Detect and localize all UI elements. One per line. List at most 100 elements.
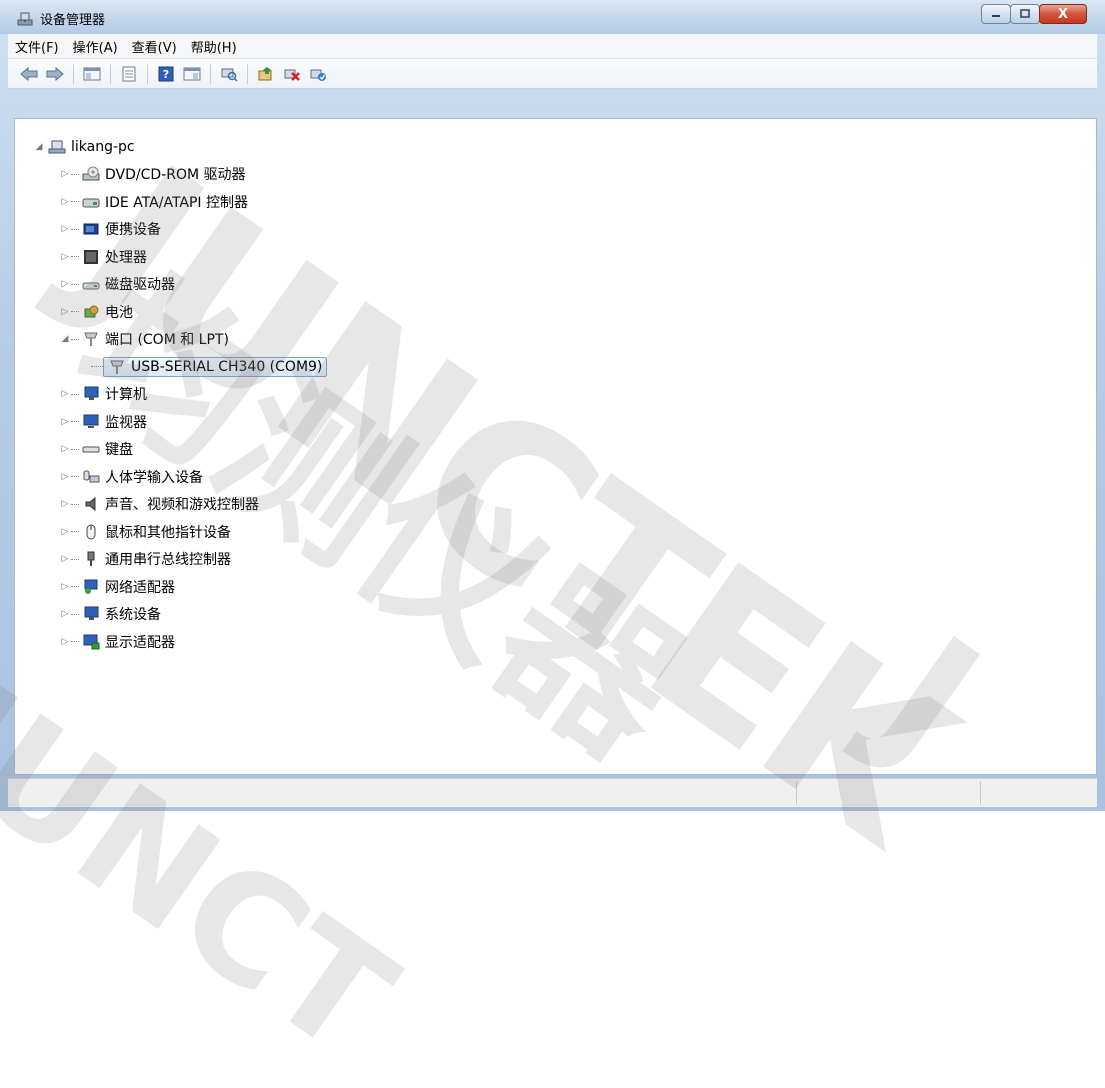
expand-arrow-icon[interactable]: ▷ bbox=[59, 553, 71, 565]
tree-item-label: 监视器 bbox=[105, 414, 147, 431]
close-icon: X bbox=[1057, 6, 1069, 22]
tree-item-monitor[interactable]: ▷ 监视器 bbox=[15, 408, 327, 436]
tree-item-sound[interactable]: ▷ 声音、视频和游戏控制器 bbox=[15, 491, 327, 519]
device-manager-window: 设备管理器 X 文件(F) 操作(A) 查看(V) 帮助(H) ? ◢ lika… bbox=[0, 0, 1105, 811]
network-adapter-icon bbox=[84, 579, 98, 594]
tree-item-label: 处理器 bbox=[105, 249, 147, 266]
expand-arrow-icon[interactable]: ▷ bbox=[59, 526, 71, 538]
properties-icon bbox=[122, 66, 136, 81]
back-button[interactable] bbox=[18, 64, 40, 84]
selected-device[interactable]: USB-SERIAL CH340 (COM9) bbox=[103, 356, 328, 377]
expand-arrow-icon[interactable]: ▷ bbox=[59, 196, 71, 208]
properties-button[interactable] bbox=[118, 64, 140, 84]
menu-action[interactable]: 操作(A) bbox=[66, 37, 125, 56]
tree-item-label: 计算机 bbox=[105, 387, 147, 404]
tree-item-keyboard[interactable]: ▷ 键盘 bbox=[15, 436, 327, 464]
port-icon bbox=[84, 332, 98, 347]
svg-text:?: ? bbox=[163, 68, 169, 81]
tree-item-mouse[interactable]: ▷ 鼠标和其他指针设备 bbox=[15, 518, 327, 546]
expand-arrow-icon[interactable]: ▷ bbox=[59, 223, 71, 235]
tree-item-portable[interactable]: ▷ 便携设备 bbox=[15, 216, 327, 244]
help-icon: ? bbox=[158, 66, 174, 81]
tree-child-usb-serial[interactable]: USB-SERIAL CH340 (COM9) bbox=[15, 353, 328, 381]
tree-item-label: 系统设备 bbox=[105, 607, 161, 624]
view-icon bbox=[183, 67, 201, 80]
disk-drive-icon bbox=[82, 282, 100, 290]
expand-arrow-icon[interactable]: ▷ bbox=[59, 168, 71, 180]
tree-item-computer[interactable]: ▷ 计算机 bbox=[15, 381, 327, 409]
view-button[interactable] bbox=[181, 64, 203, 84]
tree-item-ports[interactable]: ◢ 端口 (COM 和 LPT) bbox=[15, 326, 327, 354]
status-divider bbox=[796, 782, 797, 804]
expand-arrow-icon[interactable]: ▷ bbox=[59, 251, 71, 263]
tree-item-label: 网络适配器 bbox=[105, 579, 175, 596]
menu-help[interactable]: 帮助(H) bbox=[184, 37, 244, 56]
device-tree: ◢ likang-pc ▷ DVD/CD-ROM 驱动器 ▷ IDE ATA/A… bbox=[15, 133, 328, 656]
expand-arrow-icon[interactable]: ▷ bbox=[59, 443, 71, 455]
tree-item-ide[interactable]: ▷ IDE ATA/ATAPI 控制器 bbox=[15, 188, 327, 216]
scan-hardware-button[interactable] bbox=[218, 64, 240, 84]
title-bar[interactable]: 设备管理器 X bbox=[0, 0, 1105, 34]
collapse-arrow-icon[interactable]: ◢ bbox=[59, 333, 71, 345]
uninstall-button[interactable] bbox=[281, 64, 303, 84]
toolbar-separator bbox=[73, 63, 74, 84]
minimize-icon bbox=[992, 15, 1000, 17]
window-title: 设备管理器 bbox=[40, 13, 106, 28]
tree-item-battery[interactable]: ▷ 电池 bbox=[15, 298, 327, 326]
toolbar-separator bbox=[247, 63, 248, 84]
status-divider bbox=[980, 782, 981, 804]
menu-bar: 文件(F) 操作(A) 查看(V) 帮助(H) bbox=[8, 34, 1097, 59]
tree-root[interactable]: ◢ likang-pc bbox=[15, 133, 327, 161]
tree-item-usb[interactable]: ▷ 通用串行总线控制器 bbox=[15, 546, 327, 574]
forward-button[interactable] bbox=[44, 64, 66, 84]
system-device-icon bbox=[84, 606, 99, 621]
expand-arrow-icon[interactable]: ▷ bbox=[59, 471, 71, 483]
forward-icon bbox=[46, 66, 64, 81]
help-button[interactable]: ? bbox=[155, 64, 177, 84]
tree-item-system[interactable]: ▷ 系统设备 bbox=[15, 601, 327, 629]
tree-item-display[interactable]: ▷ 显示适配器 bbox=[15, 628, 327, 656]
computer-icon bbox=[48, 140, 66, 154]
update-driver-button[interactable] bbox=[255, 64, 277, 84]
menu-view[interactable]: 查看(V) bbox=[125, 37, 184, 56]
scan-hardware-icon bbox=[221, 68, 238, 82]
tree-item-processor[interactable]: ▷ 处理器 bbox=[15, 243, 327, 271]
hid-icon bbox=[83, 470, 100, 483]
tree-child-label: USB-SERIAL CH340 (COM9) bbox=[131, 358, 323, 375]
tree-item-label: 磁盘驱动器 bbox=[105, 277, 175, 294]
expand-arrow-icon[interactable]: ▷ bbox=[59, 388, 71, 400]
tree-item-label: 通用串行总线控制器 bbox=[105, 552, 231, 569]
tree-item-dvd[interactable]: ▷ DVD/CD-ROM 驱动器 bbox=[15, 161, 327, 189]
minimize-button[interactable] bbox=[981, 4, 1011, 24]
ide-controller-icon bbox=[82, 198, 100, 208]
collapse-arrow-icon[interactable]: ◢ bbox=[33, 141, 45, 153]
maximize-button[interactable] bbox=[1010, 4, 1040, 24]
display-adapter-icon bbox=[83, 634, 100, 650]
expand-arrow-icon[interactable]: ▷ bbox=[59, 416, 71, 428]
expand-arrow-icon[interactable]: ▷ bbox=[59, 581, 71, 593]
tree-item-label: 声音、视频和游戏控制器 bbox=[105, 497, 259, 514]
expand-arrow-icon[interactable]: ▷ bbox=[59, 636, 71, 648]
close-button[interactable]: X bbox=[1039, 4, 1087, 24]
tree-item-network[interactable]: ▷ 网络适配器 bbox=[15, 573, 327, 601]
usb-icon bbox=[87, 551, 95, 567]
tree-item-label: IDE ATA/ATAPI 控制器 bbox=[105, 194, 249, 211]
uninstall-icon bbox=[284, 69, 300, 81]
toolbar-separator bbox=[147, 63, 148, 84]
expand-arrow-icon[interactable]: ▷ bbox=[59, 306, 71, 318]
speaker-icon bbox=[85, 497, 96, 512]
expand-arrow-icon[interactable]: ▷ bbox=[59, 608, 71, 620]
device-tree-pane[interactable]: ◢ likang-pc ▷ DVD/CD-ROM 驱动器 ▷ IDE ATA/A… bbox=[14, 118, 1097, 775]
enable-button[interactable] bbox=[307, 64, 329, 84]
computer-small-icon bbox=[84, 386, 99, 401]
expand-arrow-icon[interactable]: ▷ bbox=[59, 498, 71, 510]
update-driver-icon bbox=[258, 66, 272, 80]
toolbar: ? bbox=[8, 59, 1097, 89]
tree-item-hid[interactable]: ▷ 人体学输入设备 bbox=[15, 463, 327, 491]
expand-arrow-icon[interactable]: ▷ bbox=[59, 278, 71, 290]
tree-item-disk[interactable]: ▷ 磁盘驱动器 bbox=[15, 271, 327, 299]
tree-item-label: 端口 (COM 和 LPT) bbox=[105, 332, 229, 349]
show-hide-tree-button[interactable] bbox=[81, 64, 103, 84]
tree-item-label: 便携设备 bbox=[105, 222, 161, 239]
menu-file[interactable]: 文件(F) bbox=[8, 37, 66, 56]
